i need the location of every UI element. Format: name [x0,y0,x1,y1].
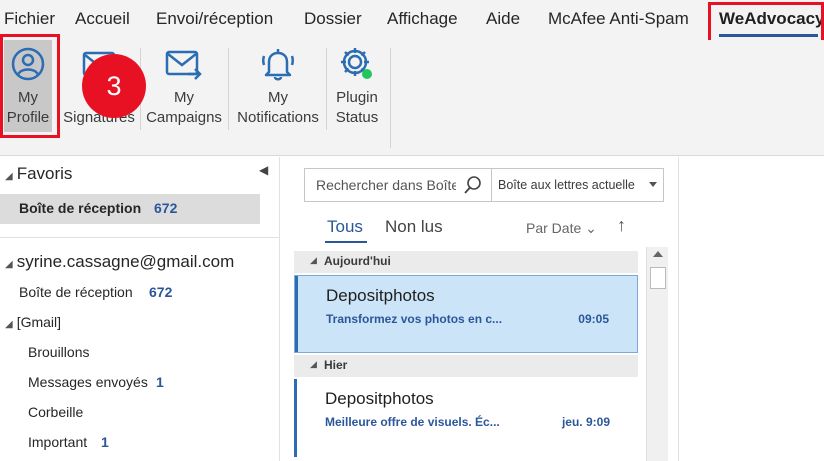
message-time: 09:05 [578,312,609,326]
message-sender: Depositphotos [325,389,434,408]
expand-triangle-icon[interactable]: ◢ [5,171,13,182]
reading-pane [678,157,824,461]
favorite-inbox[interactable]: Boîte de réception 672 [0,194,260,224]
unread-bar [295,276,298,352]
group-header-label: Aujourd'hui [324,254,391,268]
tab-affichage[interactable]: Affichage [387,9,458,29]
folder-sent-count: 1 [156,374,164,390]
ribbon-separator [228,48,229,130]
step-badge: 3 [82,54,146,118]
bell-icon [258,40,298,88]
search-input[interactable]: Rechercher dans Boîte [316,177,456,193]
my-notifications-label-2: Notifications [237,109,319,126]
ribbon-separator [390,48,391,148]
gear-status-icon [337,40,377,88]
group-header-today[interactable]: ◢ Aujourd'hui [294,251,638,273]
mail-forward-icon [164,40,204,88]
message-item[interactable]: Depositphotos Meilleure offre de visuels… [294,379,638,457]
ribbon-separator [326,48,327,130]
tab-mcafee-anti-spam[interactable]: McAfee Anti-Spam [548,9,689,29]
filter-all-tab[interactable]: Tous [327,217,363,237]
message-sender: Depositphotos [326,286,435,305]
search-box[interactable]: Rechercher dans Boîte Boîte aux lettres … [304,168,664,202]
group-header-yesterday[interactable]: ◢ Hier [294,355,638,377]
sort-by-label: Par Date [526,220,582,236]
divider [0,237,280,238]
message-list-scrollbar[interactable] [646,247,668,461]
tab-envoi-reception[interactable]: Envoi/réception [156,9,273,29]
folder-pane: ◀ ◢ Favoris Boîte de réception 672 ◢ syrin… [0,157,280,461]
collapse-pane-icon[interactable]: ◀ [259,163,268,177]
sort-direction-icon[interactable]: ↑ [617,215,626,236]
search-divider [491,169,492,201]
folder-inbox-count: 672 [149,284,173,300]
folder-sent[interactable]: Messages envoyés [28,374,148,390]
expand-triangle-icon[interactable]: ◢ [5,259,13,270]
active-filter-indicator [325,241,367,243]
my-campaigns-label-1: My [174,89,194,106]
plugin-status-button[interactable]: Plugin Status [331,40,383,132]
menu-bar: Fichier Accueil Envoi/réception Dossier … [0,0,824,40]
my-campaigns-button[interactable]: My Campaigns [145,40,223,132]
tab-aide[interactable]: Aide [486,9,520,29]
folder-gmail-label: [Gmail] [16,314,62,330]
message-list-pane: Rechercher dans Boîte Boîte aux lettres … [281,157,824,461]
folder-trash[interactable]: Corbeille [28,404,83,420]
favorite-inbox-count: 672 [154,200,178,216]
my-campaigns-label-2: Campaigns [146,109,222,126]
my-notifications-label-1: My [268,89,288,106]
message-subject: Transformez vos photos en c... [326,312,503,326]
expand-triangle-icon[interactable]: ◢ [5,319,13,330]
collapse-triangle-icon[interactable]: ◢ [310,359,317,370]
tab-fichier[interactable]: Fichier [4,9,55,29]
chevron-down-icon[interactable] [649,182,657,187]
plugin-status-label-2: Status [335,109,379,126]
highlight-my-profile [0,34,60,138]
message-item[interactable]: Depositphotos Transformez vos photos en … [294,275,638,353]
folder-inbox[interactable]: Boîte de réception [19,284,133,300]
favorites-label: Favoris [16,164,73,183]
plugin-status-label-1: Plugin [336,89,378,106]
folder-important[interactable]: Important [28,434,87,450]
unread-bar [294,379,297,457]
account-header[interactable]: ◢ syrine.cassagne@gmail.com [5,252,234,272]
account-label: syrine.cassagne@gmail.com [16,252,235,271]
tab-accueil[interactable]: Accueil [75,9,130,29]
chevron-down-icon: ⌄ [585,220,597,236]
favorites-header[interactable]: ◢ Favoris [5,164,72,184]
sort-by-dropdown[interactable]: Par Date ⌄ [526,220,597,237]
group-header-label: Hier [324,358,348,372]
favorite-inbox-label: Boîte de réception [19,200,142,216]
collapse-triangle-icon[interactable]: ◢ [310,255,317,266]
folder-gmail[interactable]: ◢ [Gmail] [5,314,61,330]
message-subject: Meilleure offre de visuels. Éc... [325,415,500,429]
my-notifications-button[interactable]: My Notifications [233,40,323,132]
scroll-up-icon[interactable] [653,251,663,257]
filter-unread-tab[interactable]: Non lus [385,217,443,237]
scroll-thumb[interactable] [650,267,666,289]
folder-drafts[interactable]: Brouillons [28,344,89,360]
search-icon[interactable] [463,175,483,195]
folder-important-count: 1 [101,434,109,450]
tab-dossier[interactable]: Dossier [304,9,362,29]
message-time: jeu. 9:09 [561,415,610,429]
search-scope-select[interactable]: Boîte aux lettres actuelle [498,178,635,192]
